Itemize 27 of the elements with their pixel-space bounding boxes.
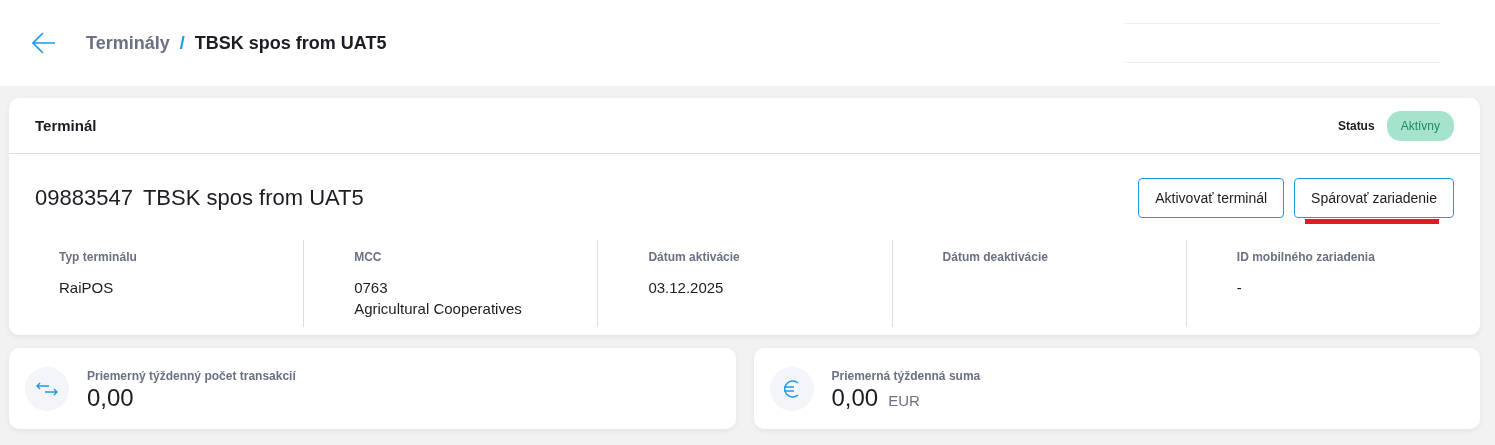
arrows-icon bbox=[36, 381, 58, 396]
detail-value: RaiPOS bbox=[59, 278, 115, 298]
breadcrumb-current: TBSK spos from UAT5 bbox=[194, 32, 387, 54]
detail-label: ID mobilného zariadenia bbox=[1236, 250, 1376, 264]
detail-value: - bbox=[1236, 278, 1243, 298]
detail-label: Dátum aktivácie bbox=[648, 250, 741, 264]
stat-label: Priemerný týždenný počet transakcií bbox=[87, 368, 296, 383]
detail-label: Typ terminálu bbox=[59, 250, 138, 264]
card-title: Terminál bbox=[35, 117, 97, 134]
breadcrumb-separator: / bbox=[179, 32, 185, 54]
back-arrow-icon bbox=[32, 32, 56, 54]
detail-label: Dátum deaktivácie bbox=[942, 250, 1049, 264]
terminal-name: TBSK spos from UAT5 bbox=[142, 185, 364, 211]
status-badge: Aktívny bbox=[1386, 110, 1454, 141]
action-button[interactable]: Aktivovať terminál bbox=[1138, 178, 1285, 218]
back-button[interactable] bbox=[32, 32, 56, 54]
status-label: Status bbox=[1337, 118, 1375, 133]
detail-value: 0763 bbox=[354, 278, 389, 298]
stat-value: 0,00 bbox=[87, 383, 134, 412]
stat-value: 0,00 bbox=[831, 383, 879, 412]
detail-label: MCC bbox=[354, 250, 383, 264]
breadcrumb-link[interactable]: Terminály bbox=[86, 32, 170, 54]
detail-value: 03.12.2025 bbox=[648, 278, 725, 298]
stat-label: Priemerná týždenná suma bbox=[831, 368, 981, 383]
detail-value: Agricultural Cooperatives bbox=[354, 299, 523, 319]
terminal-id: 09883547 bbox=[35, 185, 133, 211]
stat-unit: EUR bbox=[888, 391, 920, 409]
